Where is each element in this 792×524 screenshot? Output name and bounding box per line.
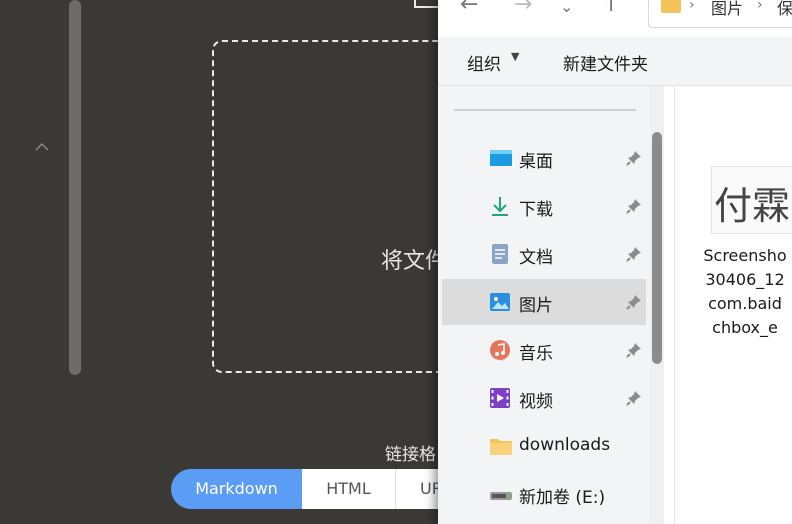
- breadcrumb-separator-icon[interactable]: ›: [689, 0, 695, 13]
- navigation-pane: 桌面 下载 文档 图片 音乐 视频 downloads 新加卷 (E:): [438, 86, 664, 524]
- nav-item-music[interactable]: 音乐: [442, 327, 646, 373]
- file-thumbnail[interactable]: 付霖: [711, 166, 792, 234]
- file-name-line: Screensho: [703, 246, 787, 265]
- nav-item-label: 新加卷 (E:): [519, 488, 606, 508]
- pin-icon[interactable]: [625, 197, 643, 215]
- scrollbar-thumb[interactable]: [652, 132, 662, 364]
- nav-item-downloads-folder[interactable]: downloads: [442, 423, 646, 469]
- chevron-down-icon[interactable]: ⌄: [560, 0, 573, 18]
- pin-icon[interactable]: [625, 341, 643, 359]
- divider: [454, 109, 636, 111]
- file-list-area: 付霖 Screensho 30406_12 com.baid chbox_e: [674, 86, 792, 524]
- breadcrumb-pictures[interactable]: 图片: [711, 0, 743, 19]
- nav-item-label: 文档: [519, 248, 553, 268]
- pin-icon[interactable]: [625, 149, 643, 167]
- pin-icon[interactable]: [625, 245, 643, 263]
- file-name-line: com.baid: [708, 294, 782, 313]
- file-explorer-window: ← → ⌄ ↑ › 图片 › 保 组织 ▼ 新建文件夹 桌面 下载 文档 图片 …: [438, 0, 792, 524]
- organize-button[interactable]: 组织: [467, 50, 501, 75]
- file-name[interactable]: Screensho 30406_12 com.baid chbox_e: [675, 244, 792, 340]
- drive-icon: [489, 483, 512, 505]
- file-drop-zone[interactable]: [212, 40, 472, 373]
- up-arrow-icon[interactable]: ↑: [602, 0, 620, 16]
- nav-item-desktop[interactable]: 桌面: [442, 135, 646, 181]
- folder-icon: [661, 0, 681, 13]
- breadcrumb-subfolder[interactable]: 保: [777, 0, 792, 19]
- pictures-icon: [489, 291, 511, 313]
- file-name-line: chbox_e: [712, 318, 778, 337]
- file-name-line: 30406_12: [705, 270, 785, 289]
- nav-item-label: 下载: [519, 200, 553, 220]
- command-toolbar: 组织 ▼ 新建文件夹: [438, 37, 792, 86]
- breadcrumb-separator-icon[interactable]: ›: [757, 0, 763, 13]
- nav-item-drive-e[interactable]: 新加卷 (E:): [442, 471, 646, 517]
- pin-icon[interactable]: [625, 389, 643, 407]
- nav-item-label: downloads: [519, 435, 611, 455]
- navigation-bar: ← → ⌄ ↑ › 图片 › 保: [438, 0, 792, 37]
- nav-item-documents[interactable]: 文档: [442, 231, 646, 277]
- link-format-label: 链接格: [385, 445, 436, 465]
- back-arrow-icon[interactable]: ←: [460, 0, 478, 16]
- nav-item-label: 桌面: [519, 152, 553, 172]
- address-bar[interactable]: › 图片 › 保: [648, 0, 792, 28]
- thumbnail-handwriting: 付霖: [714, 184, 790, 228]
- new-folder-button[interactable]: 新建文件夹: [563, 50, 648, 75]
- video-icon: [489, 387, 511, 409]
- format-selector: Markdown HTML UR: [171, 469, 456, 509]
- download-icon: [489, 195, 511, 217]
- format-markdown-button[interactable]: Markdown: [171, 469, 302, 509]
- forward-arrow-icon[interactable]: →: [514, 0, 532, 16]
- music-icon: [489, 339, 511, 361]
- pin-icon[interactable]: [625, 293, 643, 311]
- desktop-icon: [489, 147, 512, 169]
- background-scrollbar[interactable]: [69, 0, 81, 375]
- format-html-button[interactable]: HTML: [302, 469, 396, 509]
- nav-item-label: 音乐: [519, 344, 553, 364]
- nav-item-label: 视频: [519, 392, 553, 412]
- document-icon: [489, 243, 511, 265]
- caret-down-icon[interactable]: ▼: [511, 50, 519, 63]
- nav-item-label: 图片: [519, 296, 553, 316]
- nav-item-downloads[interactable]: 下载: [442, 183, 646, 229]
- chevron-up-icon[interactable]: [33, 138, 51, 156]
- folder-icon: [489, 435, 512, 457]
- nav-item-videos[interactable]: 视频: [442, 375, 646, 421]
- nav-item-pictures[interactable]: 图片: [442, 279, 646, 325]
